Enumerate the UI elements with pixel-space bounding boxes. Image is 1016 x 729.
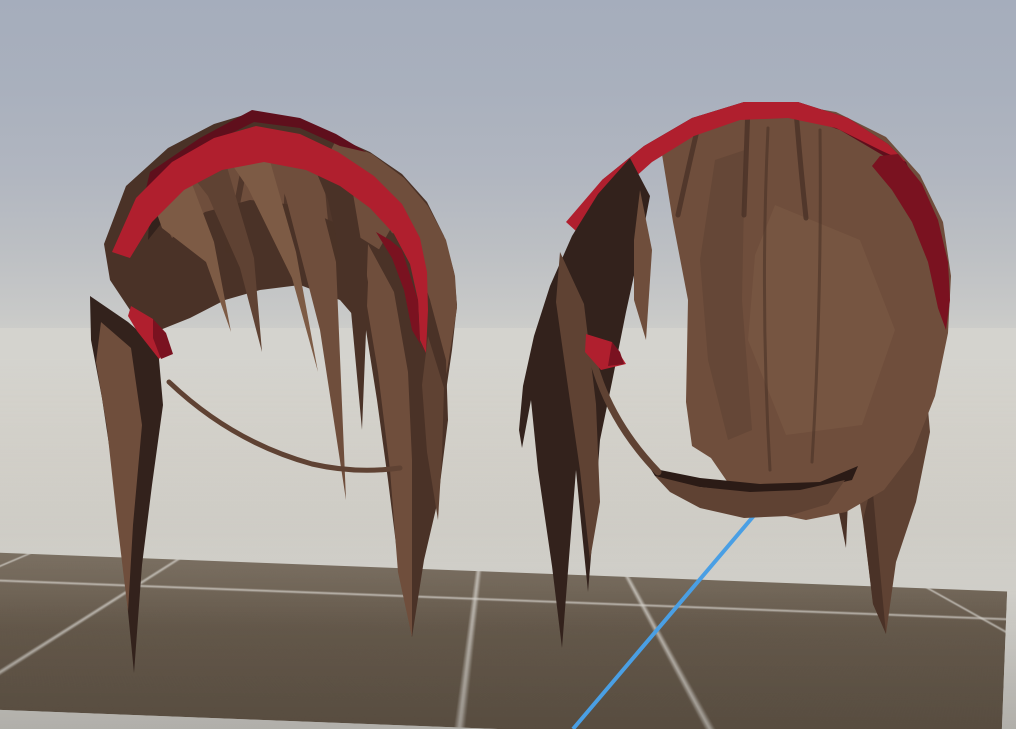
hair-model-left[interactable] [90, 110, 457, 673]
3d-viewport [0, 0, 1016, 729]
wisp-strand [169, 382, 400, 470]
scene-layer [0, 0, 1016, 729]
hair-model-right[interactable] [519, 102, 951, 648]
